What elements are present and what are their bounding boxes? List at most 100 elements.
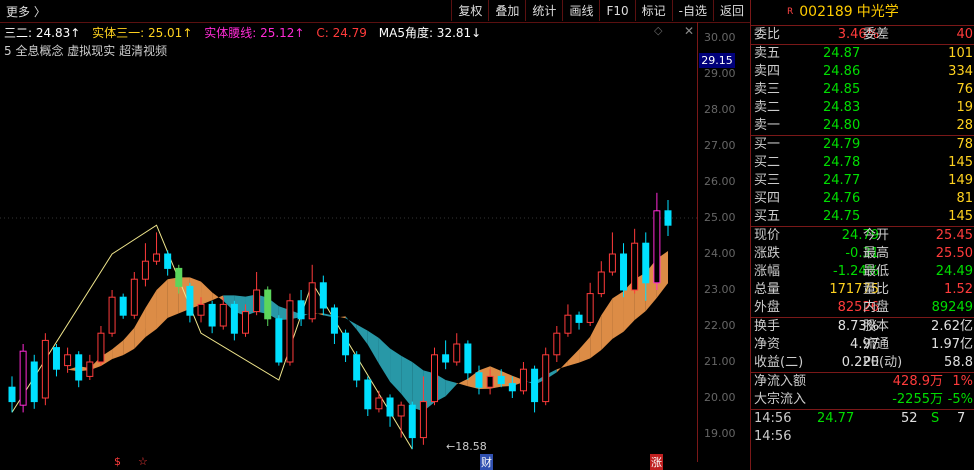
volume: 145: [948, 209, 973, 224]
price-tick: 20.00: [704, 391, 736, 404]
remove-watchlist-button[interactable]: -自选: [671, 0, 713, 21]
candle-body: [497, 375, 505, 385]
stock-header: R 002189 中光学: [751, 0, 974, 26]
label: 买四: [754, 191, 781, 206]
label: 量比: [863, 282, 890, 297]
price-axis: 29.15 30.00 29.00 28.00 27.00 26.00 25.00 24.0…: [697, 22, 751, 462]
bid-row[interactable]: 买四 24.76 81: [751, 190, 974, 208]
bid-row[interactable]: 买二 24.78 145: [751, 154, 974, 172]
ask-row[interactable]: 卖二 24.83 19: [751, 99, 974, 117]
order-ratio-row: 委比 3.46% 委差 40: [751, 26, 974, 44]
flow-row: 净流入额 428.9万 1%: [751, 373, 974, 391]
back-button[interactable]: 返回: [712, 0, 750, 21]
label: 外盘: [754, 300, 781, 315]
value: 89249: [931, 300, 973, 315]
price: 24.78: [823, 155, 861, 170]
volume: 149: [948, 173, 973, 188]
candle-body: [108, 296, 116, 334]
label: 卖五: [754, 46, 781, 61]
value: 25.45: [935, 228, 973, 243]
volume: 81: [956, 191, 973, 206]
price-tick: 26.00: [704, 175, 736, 188]
ask-row[interactable]: 卖一 24.80 28: [751, 117, 974, 135]
label: 最低: [863, 264, 890, 279]
candle-body: [519, 368, 527, 392]
overlay-button[interactable]: 叠加: [488, 0, 525, 21]
label: 卖三: [754, 82, 781, 97]
price-tick: 27.00: [704, 139, 736, 152]
candlestick-chart[interactable]: [0, 22, 697, 467]
label: 委比: [754, 27, 781, 42]
value: 1.97亿: [931, 337, 973, 352]
label: 股本: [863, 319, 890, 334]
candle-body: [297, 300, 305, 320]
ma-ribbon-segment: [445, 380, 457, 397]
candle-body: [375, 397, 383, 410]
ma-ribbon-segment: [401, 355, 413, 408]
toolbar-buttons: 复权 叠加 统计 画线 F10 标记 -自选 返回: [451, 0, 750, 22]
candle-body: [330, 307, 338, 334]
candle-body: [164, 253, 172, 269]
stat-row: 净资 4.97 流通 1.97亿: [751, 336, 974, 354]
label: 委差: [863, 27, 890, 42]
label: 总量: [754, 282, 781, 297]
ask-row[interactable]: 卖三 24.85 76: [751, 81, 974, 99]
ma-ribbon-segment: [145, 290, 157, 338]
ask-row[interactable]: 卖四 24.86 334: [751, 63, 974, 81]
volume: 19: [956, 100, 973, 115]
value: 2.62亿: [931, 319, 973, 334]
ma-ribbon-segment: [123, 327, 135, 356]
candle-body: [631, 242, 639, 291]
volume: 52: [901, 411, 918, 426]
ma-ribbon-segment: [201, 281, 213, 305]
quote-row: 现价 24.79 今开 25.45: [751, 227, 974, 245]
candle-body: [19, 350, 27, 406]
candle-body: [486, 375, 494, 388]
volume: 334: [948, 64, 973, 79]
mark-button[interactable]: 标记: [634, 0, 672, 21]
candle-body: [219, 303, 227, 327]
candle-body: [41, 339, 49, 399]
stats-button[interactable]: 统计: [525, 0, 562, 21]
candle-body: [153, 253, 161, 262]
buy-orders: 买一 24.79 78 买二 24.78 145 买三 24.77 149 买四 24.76 81 买五…: [751, 136, 974, 227]
stock-code[interactable]: 002189: [799, 4, 852, 20]
ma-ribbon-segment: [345, 316, 357, 330]
candle-body: [208, 303, 216, 327]
f10-button[interactable]: F10: [599, 0, 634, 21]
price-tick: 22.00: [704, 319, 736, 332]
finance-marker-icon[interactable]: 财: [480, 454, 493, 470]
candle-body: [564, 314, 572, 334]
bid-row[interactable]: 买五 24.75 145: [751, 208, 974, 226]
label: 流通: [863, 337, 890, 352]
bid-row[interactable]: 买一 24.79 78: [751, 136, 974, 154]
limit-up-marker-icon[interactable]: 涨: [650, 454, 663, 470]
side: S: [931, 411, 940, 426]
tick-list[interactable]: 14:56 24.77 52 S 7 14:56: [751, 410, 974, 446]
candle-body: [175, 267, 183, 287]
value: 25.50: [935, 246, 973, 261]
fuquan-button[interactable]: 复权: [451, 0, 488, 21]
candle-body: [364, 379, 372, 410]
stock-name[interactable]: 中光学: [857, 4, 899, 20]
candle-body: [119, 296, 127, 316]
bid-row[interactable]: 买三 24.77 149: [751, 172, 974, 190]
label: 买三: [754, 173, 781, 188]
tick-row: 14:56 24.77 52 S 7: [751, 410, 974, 428]
event-marker-icon[interactable]: ☆: [138, 455, 148, 468]
ask-row[interactable]: 卖五 24.87 101: [751, 45, 974, 63]
price-tick: 23.00: [704, 283, 736, 296]
event-marker-icon[interactable]: $: [114, 455, 121, 468]
value: 1.52: [944, 282, 973, 297]
label: 换手: [754, 319, 781, 334]
ma-ribbon-segment: [567, 349, 580, 366]
candle-body: [464, 343, 472, 374]
volume: 76: [956, 82, 973, 97]
more-menu[interactable]: 更多 〉: [6, 3, 46, 20]
ma-ribbon-segment: [367, 330, 379, 364]
candle-body: [408, 404, 416, 439]
value: 428.9万: [892, 374, 943, 389]
draw-line-button[interactable]: 画线: [562, 0, 599, 21]
price: 24.87: [823, 46, 861, 61]
quote-row: 涨幅 -1.24% 最低 24.49: [751, 263, 974, 281]
